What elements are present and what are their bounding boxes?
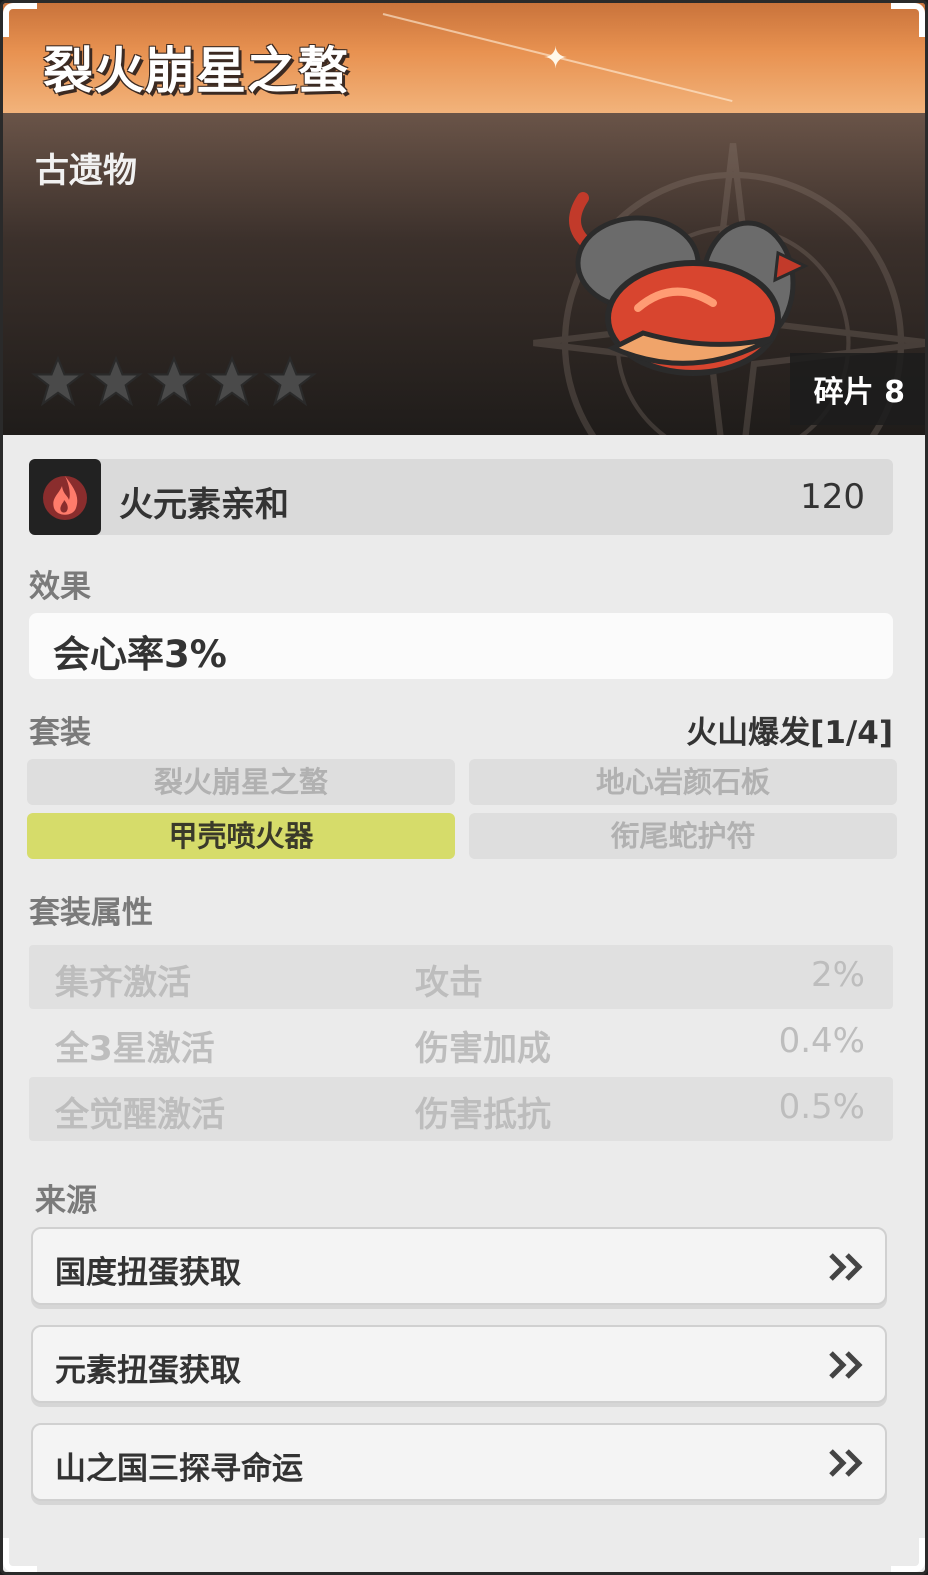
attribute-value: 0.4% — [778, 1021, 865, 1061]
effect-text: 会心率3% — [53, 633, 227, 676]
double-chevron-right-icon — [829, 1351, 863, 1379]
star-icon — [205, 355, 259, 407]
effect-box: 会心率3% — [29, 613, 893, 679]
fragment-count: 碎片 8 — [789, 353, 925, 425]
double-chevron-right-icon — [829, 1449, 863, 1477]
set-attributes-heading: 套装属性 — [29, 895, 153, 931]
source-heading: 来源 — [35, 1183, 97, 1219]
source-gacha-element-button[interactable]: 元素扭蛋获取 — [31, 1325, 887, 1403]
set-piece[interactable]: 地心岩颜石板 — [469, 759, 897, 805]
source-gacha-nation-button[interactable]: 国度扭蛋获取 — [31, 1227, 887, 1305]
set-attribute-row: 全3星激活 伤害加成 0.4% — [29, 1011, 893, 1075]
star-icon — [89, 355, 143, 407]
crab-claw-relic-icon — [569, 192, 809, 376]
attribute-value: 0.5% — [778, 1087, 865, 1127]
relic-hero: 古遗物 碎片 8 — [3, 113, 925, 435]
title-banner: ✦ 裂火崩星之螯 — [3, 3, 925, 113]
source-label: 国度扭蛋获取 — [55, 1255, 241, 1291]
effect-heading: 效果 — [29, 569, 91, 605]
frame-corner — [891, 3, 925, 37]
attribute-condition: 全觉醒激活 — [55, 1095, 225, 1135]
star-icon — [263, 355, 317, 407]
element-affinity-row: 火元素亲和 120 — [29, 459, 893, 535]
set-name: 火山爆发[1/4] — [686, 715, 893, 751]
star-icon — [31, 355, 85, 407]
set-heading: 套装 — [29, 715, 91, 751]
set-attribute-row: 全觉醒激活 伤害抵抗 0.5% — [29, 1077, 893, 1141]
attribute-condition: 全3星激活 — [55, 1029, 215, 1069]
attribute-value: 2% — [811, 955, 865, 995]
star-rating — [31, 355, 317, 409]
source-quest-button[interactable]: 山之国三探寻命运 — [31, 1423, 887, 1501]
set-attribute-row: 集齐激活 攻击 2% — [29, 945, 893, 1009]
relic-title: 裂火崩星之螯 — [43, 42, 349, 100]
attribute-stat: 伤害加成 — [415, 1029, 551, 1069]
star-icon — [147, 355, 201, 407]
relic-detail-panel: ✦ 裂火崩星之螯 古遗物 碎片 8 火元素亲和 120 效果 会心率3% 套装 … — [0, 0, 928, 1575]
affinity-label: 火元素亲和 — [119, 485, 289, 525]
attribute-stat: 攻击 — [415, 963, 483, 1003]
sparkle-icon: ✦ — [543, 41, 569, 76]
frame-corner — [3, 3, 37, 37]
attribute-stat: 伤害抵抗 — [415, 1095, 551, 1135]
relic-category: 古遗物 — [35, 151, 137, 191]
set-piece[interactable]: 裂火崩星之螯 — [27, 759, 455, 805]
set-piece-active[interactable]: 甲壳喷火器 — [27, 813, 455, 859]
source-label: 山之国三探寻命运 — [55, 1451, 303, 1487]
frame-corner — [891, 1538, 925, 1572]
affinity-value: 120 — [800, 477, 865, 517]
source-label: 元素扭蛋获取 — [55, 1353, 241, 1389]
double-chevron-right-icon — [829, 1253, 863, 1281]
set-piece[interactable]: 衔尾蛇护符 — [469, 813, 897, 859]
attribute-condition: 集齐激活 — [55, 963, 191, 1003]
fire-element-icon — [29, 459, 101, 535]
frame-corner — [3, 1538, 37, 1572]
